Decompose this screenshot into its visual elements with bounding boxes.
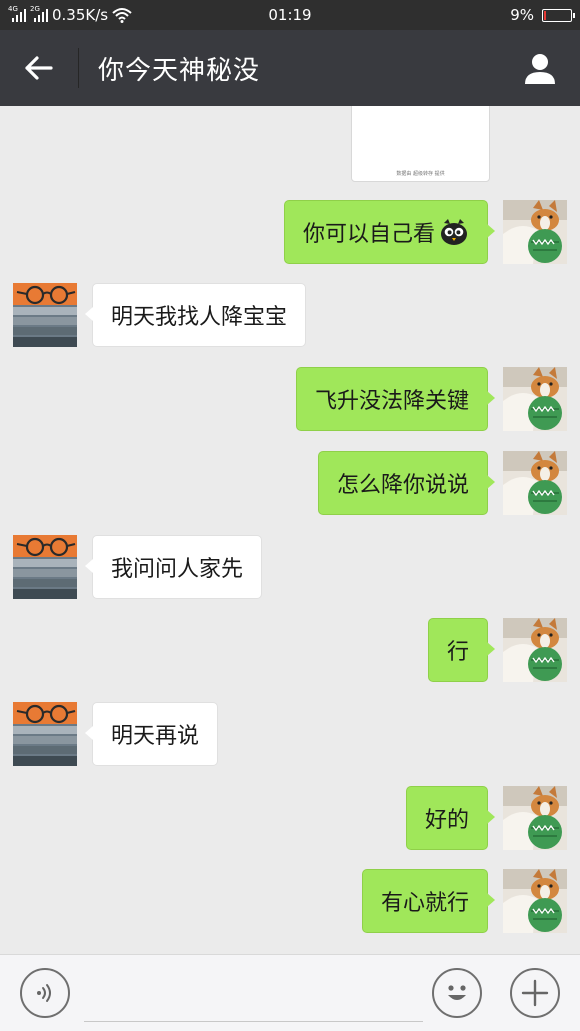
my-avatar[interactable] — [503, 367, 567, 431]
battery-icon — [542, 8, 575, 22]
shared-file-card[interactable]: 数据由 超级转存 提供 — [351, 106, 490, 182]
my-avatar[interactable] — [503, 451, 567, 515]
message-text: 飞升没法降关键 — [314, 389, 469, 414]
message-bubble[interactable]: 有心就行 — [361, 869, 496, 933]
message-input[interactable] — [84, 967, 423, 1022]
message-list[interactable]: 数据由 超级转存 提供 你可以自己看 明天我找人降宝宝 飞升没法降关键 怎么降你… — [0, 106, 580, 954]
my-avatar[interactable] — [503, 869, 567, 933]
message-bubble[interactable]: 飞升没法降关键 — [295, 367, 496, 431]
status-bar: 4G 2G 0.35K/s 01:19 9% — [0, 0, 580, 30]
signal-2g-icon: 2G — [30, 5, 48, 23]
voice-icon — [37, 984, 51, 1002]
header: 你今天神秘没 — [0, 30, 580, 106]
chat-title: 你今天神秘没 — [98, 55, 261, 86]
person-icon — [525, 54, 555, 84]
message-text: 我问问人家先 — [111, 557, 244, 582]
my-avatar[interactable] — [503, 618, 567, 682]
profile-button[interactable] — [520, 48, 560, 88]
my-avatar[interactable] — [503, 786, 567, 850]
status-right: 9% — [510, 0, 575, 30]
message-bubble[interactable]: 你可以自己看 — [283, 200, 496, 264]
message-text: 行 — [446, 640, 469, 665]
plus-icon — [521, 979, 549, 1007]
smiley-icon — [448, 985, 466, 1000]
add-button[interactable] — [510, 968, 560, 1018]
message-text: 好的 — [424, 808, 469, 833]
message-bubble[interactable]: 明天我找人降宝宝 — [84, 283, 307, 347]
network-speed: 0.35K/s — [52, 6, 109, 24]
battery-level — [544, 10, 546, 20]
message-bubble[interactable]: 行 — [427, 618, 496, 682]
signal-4g-icon: 4G — [8, 5, 26, 23]
back-button[interactable] — [18, 48, 58, 88]
contact-avatar[interactable] — [13, 702, 77, 766]
header-divider — [78, 48, 79, 88]
status-time: 01:19 — [268, 6, 312, 24]
status-left: 4G 2G 0.35K/s — [8, 0, 132, 30]
message-text: 明天再说 — [111, 724, 200, 749]
arrow-left-icon — [25, 56, 53, 80]
chat-screen: 4G 2G 0.35K/s 01:19 9% 你今天神秘没 数据由 超级转存 提… — [0, 0, 580, 1031]
emoji-button[interactable] — [432, 968, 482, 1018]
input-bar — [0, 954, 580, 1031]
message-bubble[interactable]: 明天再说 — [84, 702, 219, 766]
message-text: 你可以自己看 — [302, 222, 435, 247]
message-bubble[interactable]: 好的 — [405, 786, 496, 850]
message-bubble[interactable]: 怎么降你说说 — [317, 451, 496, 515]
contact-avatar[interactable] — [13, 535, 77, 599]
wifi-icon — [112, 7, 132, 23]
file-card-caption: 数据由 超级转存 提供 — [396, 171, 445, 177]
battery-percent: 9% — [510, 6, 534, 24]
message-text: 怎么降你说说 — [336, 473, 469, 498]
message-bubble[interactable]: 我问问人家先 — [84, 535, 263, 599]
contact-avatar[interactable] — [13, 283, 77, 347]
my-avatar[interactable] — [503, 200, 567, 264]
message-text: 有心就行 — [380, 891, 469, 916]
message-text: 明天我找人降宝宝 — [111, 305, 288, 330]
owl-emoji-icon — [435, 217, 469, 247]
voice-button[interactable] — [20, 968, 70, 1018]
